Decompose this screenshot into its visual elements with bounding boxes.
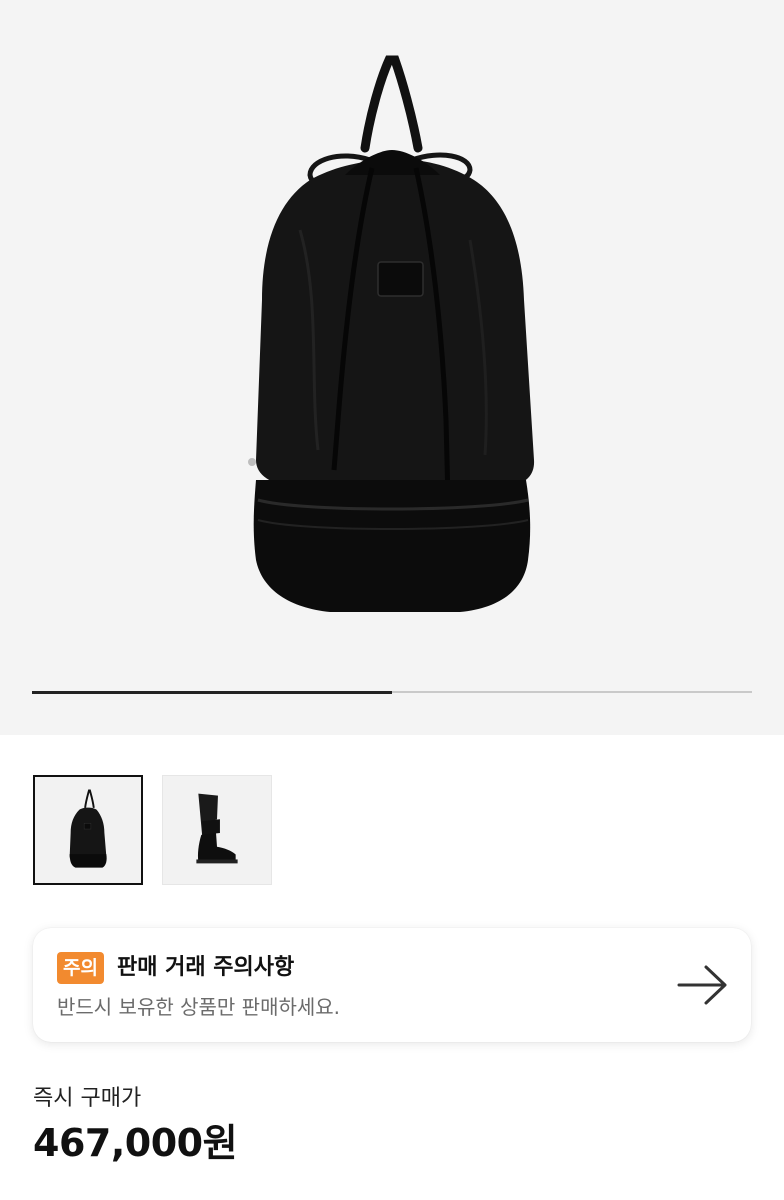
arrow-right-icon[interactable]: [676, 962, 730, 1008]
instant-buy-price: 467,000원: [33, 1121, 238, 1165]
thumbnail-boot[interactable]: [162, 775, 272, 885]
thumbnail-backpack[interactable]: [33, 775, 143, 885]
sale-caution-notice[interactable]: 주의 판매 거래 주의사항 반드시 보유한 상품만 판매하세요.: [33, 928, 751, 1042]
product-image-backpack: [248, 55, 535, 612]
gallery-progress-fill: [32, 690, 392, 694]
product-image-gallery[interactable]: [0, 0, 784, 735]
instant-buy-price-label: 즉시 구매가: [33, 1086, 142, 1111]
caution-badge: 주의: [57, 952, 104, 984]
notice-title: 판매 거래 주의사항: [117, 955, 295, 980]
backpack-thumbnail-image: [69, 789, 107, 868]
boot-thumbnail-image: [196, 793, 238, 864]
notice-description: 반드시 보유한 상품만 판매하세요.: [57, 995, 341, 1019]
gallery-progress-track: [32, 690, 752, 694]
